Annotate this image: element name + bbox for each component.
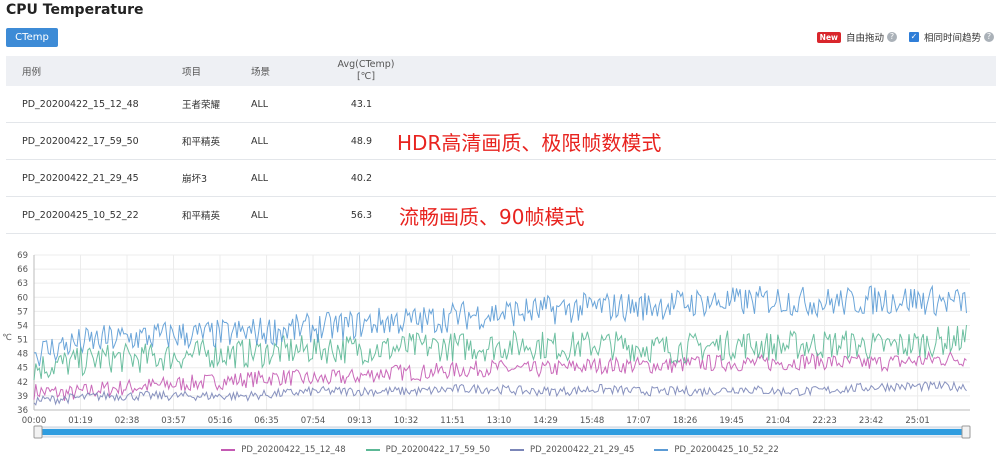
- x-tick-label: 07:54: [301, 416, 326, 426]
- y-tick-label: 45: [17, 364, 28, 374]
- y-tick-label: 51: [17, 336, 28, 346]
- range-slider-selection[interactable]: [38, 429, 966, 435]
- temperature-line-chart: 69 66 63 60 57 54 51 48 45 42 39 3600:00 01:19 02:38 0…: [2, 251, 971, 439]
- y-tick-label: 57: [17, 307, 28, 317]
- legend-item[interactable]: PD_20200422_21_29_45: [510, 445, 634, 455]
- y-tick-label: 66: [17, 265, 28, 275]
- x-tick-label: 02:38: [115, 416, 140, 426]
- legend-swatch: [654, 449, 669, 451]
- x-tick-label: 01:19: [68, 416, 93, 426]
- legend-label: PD_20200425_10_52_22: [674, 445, 779, 455]
- y-tick-label: 63: [17, 279, 28, 289]
- x-tick-label: 22:23: [812, 416, 837, 426]
- x-tick-label: 18:26: [673, 416, 698, 426]
- x-tick-label: 05:16: [208, 416, 233, 426]
- y-axis-label: ℃: [2, 333, 12, 343]
- x-tick-label: 11:51: [440, 416, 465, 426]
- range-slider-handle[interactable]: [961, 425, 971, 439]
- legend-swatch: [510, 449, 524, 451]
- x-tick-label: 21:04: [766, 416, 791, 426]
- legend-item[interactable]: PD_20200422_15_12_48: [221, 445, 346, 455]
- legend-label: PD_20200422_17_59_50: [385, 445, 490, 455]
- chart-legend: PD_20200422_15_12_48 PD_20200422_17_59_5…: [0, 440, 1000, 460]
- legend-item[interactable]: PD_20200425_10_52_22: [654, 445, 779, 455]
- legend-swatch: [221, 449, 236, 451]
- x-tick-label: 23:42: [859, 416, 884, 426]
- x-tick-label: 17:07: [626, 416, 651, 426]
- x-tick-label: 06:35: [254, 416, 279, 426]
- y-tick-label: 60: [17, 293, 28, 303]
- y-tick-label: 54: [17, 321, 28, 331]
- x-tick-label: 15:48: [580, 416, 605, 426]
- x-tick-label: 14:29: [533, 416, 558, 426]
- legend-label: PD_20200422_21_29_45: [530, 445, 635, 455]
- x-tick-label: 13:10: [487, 416, 512, 426]
- x-tick-label: 25:01: [905, 416, 930, 426]
- legend-item[interactable]: PD_20200422_17_59_50: [365, 445, 490, 455]
- legend-swatch: [365, 449, 380, 451]
- y-tick-label: 36: [17, 406, 28, 416]
- range-slider-handle[interactable]: [33, 425, 43, 439]
- legend-label: PD_20200422_15_12_48: [241, 445, 346, 455]
- x-tick-label: 10:32: [394, 416, 419, 426]
- y-tick-label: 42: [17, 378, 28, 388]
- x-tick-label: 00:00: [22, 416, 47, 426]
- y-tick-label: 39: [17, 392, 28, 402]
- y-tick-label: 48: [17, 350, 28, 360]
- x-tick-label: 03:57: [161, 416, 186, 426]
- x-tick-label: 19:45: [719, 416, 744, 426]
- x-tick-label: 09:13: [347, 416, 372, 426]
- y-tick-label: 69: [17, 251, 28, 261]
